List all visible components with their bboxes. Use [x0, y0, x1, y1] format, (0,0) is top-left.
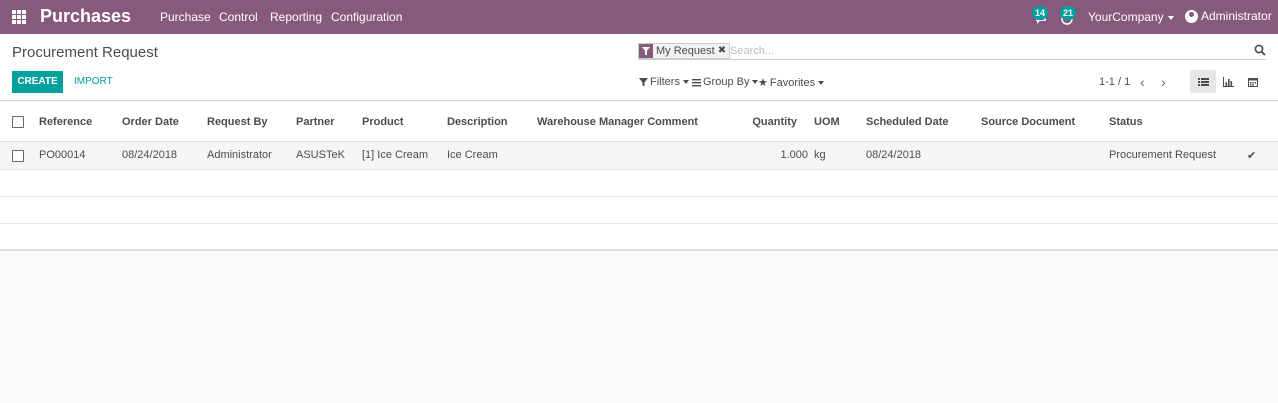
cell-description: Ice Cream [447, 149, 498, 161]
star-icon: ★ [758, 77, 768, 89]
search-input[interactable] [730, 43, 1230, 58]
column-header-description[interactable]: Description [447, 116, 508, 128]
chevron-down-icon [1167, 15, 1174, 20]
column-header-quantity[interactable]: Quantity [752, 116, 797, 128]
cell-reference: PO00014 [39, 149, 86, 161]
menu-purchase[interactable]: Purchase [160, 10, 211, 24]
check-icon: ✔ [1247, 150, 1257, 162]
cell-request-by: Administrator [207, 149, 272, 161]
search-facet-label: My Request [653, 44, 718, 58]
app-title: Purchases [40, 6, 132, 26]
chevron-down-icon [682, 80, 689, 84]
list-view-button[interactable] [1190, 70, 1216, 93]
column-header-product[interactable]: Product [362, 116, 404, 128]
empty-row [0, 170, 1278, 197]
page-title: Procurement Request [12, 44, 158, 61]
chevron-right-icon[interactable]: › [1161, 74, 1166, 90]
bar-chart-icon [1222, 76, 1234, 87]
cell-order-date: 08/24/2018 [122, 149, 178, 161]
table-header-row: Reference Order Date Request By Partner … [0, 102, 1278, 142]
top-navbar: Purchases Purchase Control Reporting Con… [0, 0, 1278, 34]
column-header-partner[interactable]: Partner [296, 116, 335, 128]
chevron-left-icon[interactable]: ‹ [1140, 74, 1145, 90]
user-name: Administrator [1201, 9, 1272, 23]
calendar-view-button[interactable] [1240, 70, 1266, 93]
favorites-dropdown[interactable]: ★ Favorites [758, 76, 825, 89]
bars-icon [692, 78, 701, 86]
menu-configuration[interactable]: Configuration [331, 10, 402, 24]
pager-value[interactable]: 1-1 / 1 [1099, 76, 1130, 88]
create-button[interactable]: CREATE [12, 71, 63, 93]
search-facet: My Request ✖ [638, 43, 731, 59]
favorites-label: Favorites [769, 76, 816, 89]
list-icon [1197, 77, 1209, 86]
company-name: YourCompany [1088, 10, 1164, 24]
select-all-checkbox[interactable] [12, 116, 24, 128]
column-header-warehouse-comment[interactable]: Warehouse Manager Comment [537, 116, 698, 128]
user-menu[interactable]: Administrator [1185, 9, 1272, 23]
cell-uom: kg [814, 149, 826, 161]
groupby-dropdown[interactable]: Group By [692, 76, 759, 88]
table-row[interactable]: PO00014 08/24/2018 Administrator ASUSTeK… [0, 142, 1278, 170]
control-panel: Procurement Request CREATE IMPORT My Req… [0, 34, 1278, 101]
chevron-down-icon [818, 80, 825, 85]
messages-badge: 14 [1032, 6, 1049, 20]
column-header-source-document[interactable]: Source Document [981, 116, 1075, 128]
row-checkbox[interactable] [12, 150, 24, 162]
cell-product: [1] Ice Cream [362, 149, 429, 161]
column-header-order-date[interactable]: Order Date [122, 116, 179, 128]
column-header-uom[interactable]: UOM [814, 116, 840, 128]
menu-reporting[interactable]: Reporting [270, 10, 322, 24]
graph-view-button[interactable] [1215, 70, 1241, 93]
cell-scheduled-date: 08/24/2018 [866, 149, 922, 161]
groupby-label: Group By [703, 76, 750, 88]
apps-menu-icon[interactable] [12, 10, 26, 24]
calendar-icon [1248, 77, 1258, 87]
filter-icon [639, 44, 653, 58]
filters-dropdown[interactable]: Filters [639, 76, 689, 88]
cell-status: Procurement Request [1109, 149, 1216, 161]
column-header-request-by[interactable]: Request By [207, 116, 268, 128]
filter-icon [639, 77, 648, 86]
search-bar: My Request ✖ [638, 42, 1266, 60]
company-switcher[interactable]: YourCompany [1088, 10, 1174, 24]
column-header-reference[interactable]: Reference [39, 116, 92, 128]
remove-facet-icon[interactable]: ✖ [717, 44, 730, 58]
menu-control[interactable]: Control [219, 10, 258, 24]
column-header-scheduled-date[interactable]: Scheduled Date [866, 116, 949, 128]
activities-badge: 21 [1060, 6, 1077, 20]
cell-quantity: 1.000 [780, 149, 808, 161]
filters-label: Filters [650, 76, 680, 88]
import-button[interactable]: IMPORT [74, 76, 113, 87]
procurement-list: Reference Order Date Request By Partner … [0, 102, 1278, 251]
cell-partner: ASUSTeK [296, 149, 345, 161]
avatar [1185, 9, 1198, 23]
column-header-status[interactable]: Status [1109, 116, 1143, 128]
empty-row [0, 224, 1278, 251]
search-icon[interactable] [1254, 44, 1266, 56]
empty-row [0, 197, 1278, 224]
